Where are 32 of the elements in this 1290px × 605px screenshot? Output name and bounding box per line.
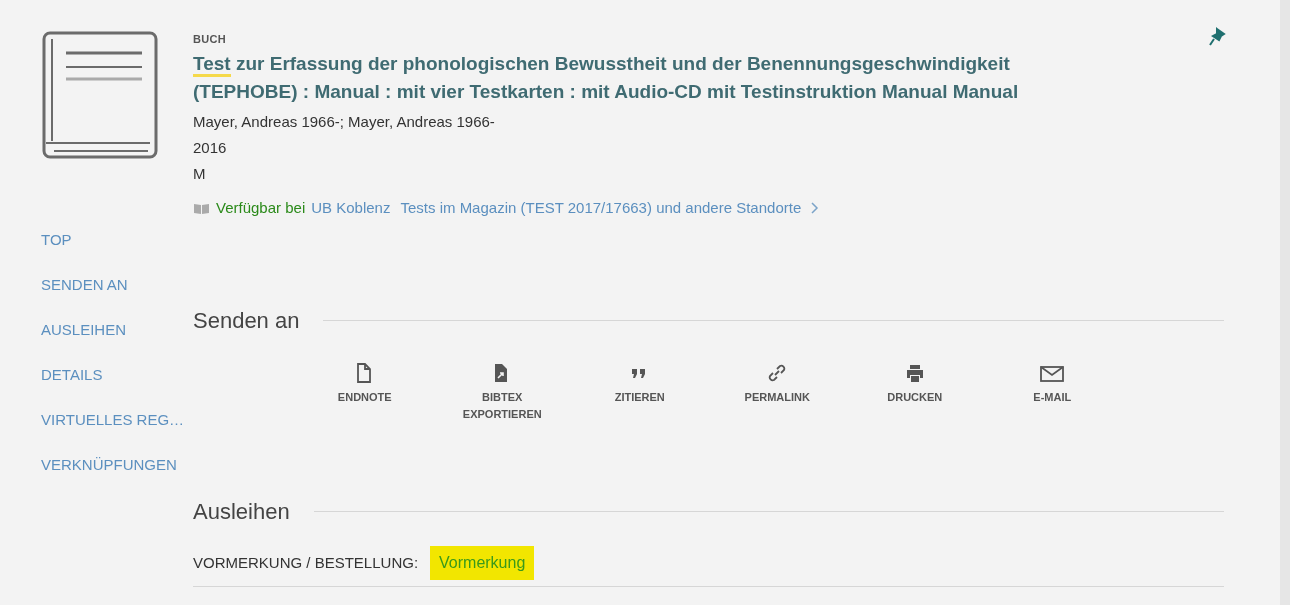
book-open-icon [193,201,210,215]
section-heading: Ausleihen [193,498,290,526]
record-type: BUCH [193,32,226,46]
chevron-right-icon[interactable] [811,202,820,214]
author-text: Mayer, Andreas 1966-; Mayer, Andreas 1966- [193,112,496,132]
record-title[interactable]: Test zur Erfassung der phonologischen Bewusstheit und der Benennungsgeschwindigkeit (TEPHOBE) : Manual : mit vier Testkarten : mit Audio-CD mit Testinstruktion Manual Manual [193,50,1023,106]
mail-icon [1040,363,1065,383]
nav-link[interactable]: VERKNÜPFUNGEN [41,454,193,475]
pin-icon[interactable] [1208,27,1226,47]
send-action-button[interactable]: PERMALINK [708,363,846,423]
edition-text: M [193,164,207,184]
year-text: 2016 [193,138,228,158]
nav-link[interactable]: AUSLEIHEN [41,319,193,340]
nav-link[interactable]: TOP [41,229,193,250]
reservation-link[interactable]: Vormerkung [430,546,535,580]
send-action-button[interactable]: ENDNOTE [296,363,434,423]
section-heading: Senden an [193,307,300,335]
nav-link[interactable]: SENDEN AN [41,274,193,295]
send-action-button[interactable]: ZITIEREN [571,363,709,423]
link-icon [768,363,787,383]
book-icon [42,31,158,159]
file-icon [355,363,374,383]
printer-icon [905,363,924,383]
nav-link[interactable]: DETAILS [41,364,193,385]
nav-link[interactable]: VIRTUELLES REG… [41,409,193,430]
availability-status: Verfügbar bei [216,198,306,218]
library-link[interactable]: UB Koblenz [311,198,391,218]
location-link[interactable]: Tests im Magazin (TEST 2017/17663) und andere Standorte [400,198,802,218]
loan-label: VORMERKUNG / BESTELLUNG: [193,552,419,573]
send-action-button[interactable]: DRUCKEN [846,363,984,423]
send-action-button[interactable]: BIBTEX EXPORTIEREN [433,363,571,423]
send-action-button[interactable]: E-MAIL [983,363,1121,423]
